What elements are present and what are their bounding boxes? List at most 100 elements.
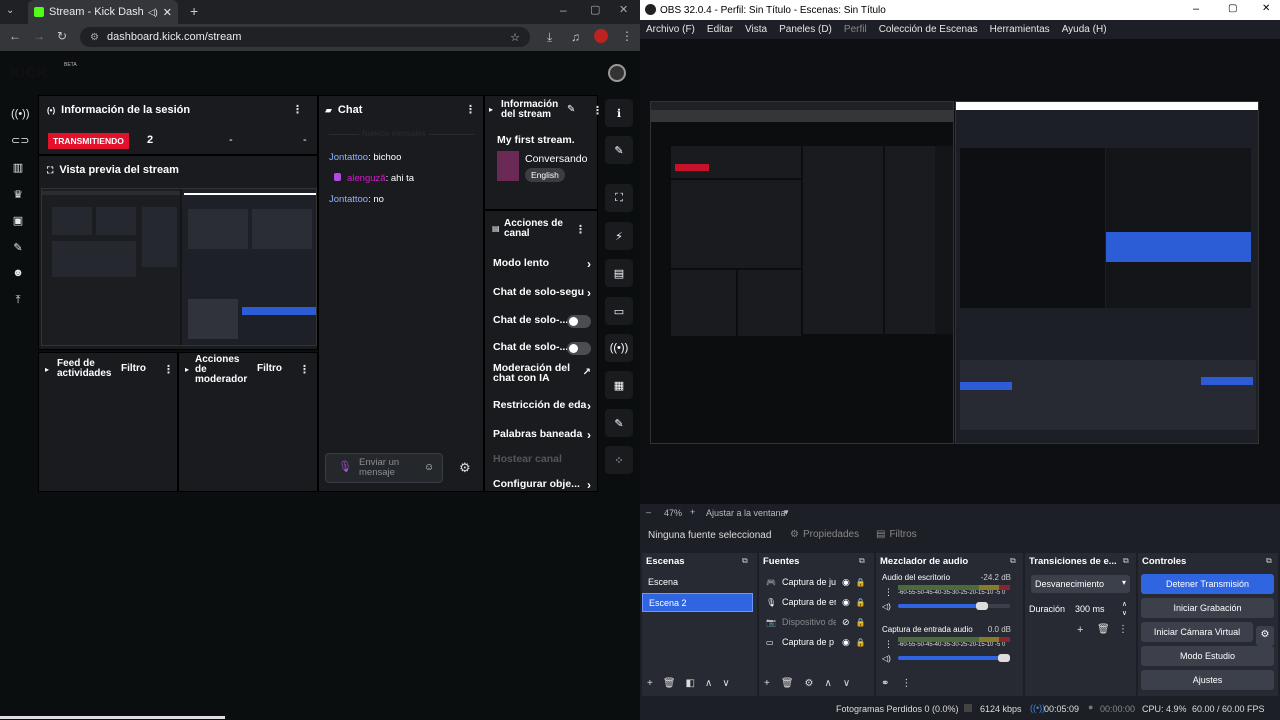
chat-username[interactable]: alenguzã [347,173,386,184]
activity-filter-button[interactable]: Filtro [121,363,146,374]
fit-window-label[interactable]: Ajustar a la ventana [706,508,786,518]
trophy-nav-icon[interactable]: ♛ [11,188,25,202]
scene-item[interactable]: Escena [642,573,753,592]
start-recording-button[interactable]: Iniciar Grabación [1141,598,1274,618]
settings-button[interactable]: Ajustes [1141,670,1274,690]
scene-down-icon[interactable]: ∨ [722,678,729,692]
browser-menu-icon[interactable]: ⋮ [621,29,633,43]
eye-icon[interactable]: ◉ [842,577,850,588]
remove-scene-icon[interactable]: 🗑 [663,678,676,692]
obs-maximize-icon[interactable]: ▢ [1228,3,1237,14]
broadcast-rail-icon[interactable]: ((•)) [605,334,633,362]
virtual-cam-settings-icon[interactable]: ⚙ [1256,626,1274,646]
fit-dropdown-icon[interactable]: ▾ [784,507,789,518]
chat-settings-icon[interactable]: ⚙ [459,460,471,476]
flash-rail-icon[interactable]: ⚡ [605,222,633,250]
chat-input[interactable]: 🎙 Enviar un mensaje ☺ [325,453,443,483]
source-item[interactable]: ▭ Captura de p ◉ 🔒 [763,633,875,651]
channel-action-item[interactable]: Chat de solo-... [485,314,599,330]
notes-rail-icon[interactable]: ▤ [605,259,633,287]
tab-active[interactable]: Stream - Kick Dashboard ◁) ✕ [28,0,178,24]
source-up-icon[interactable]: ∧ [825,678,832,692]
obs-menu-item[interactable]: Perfil [844,24,867,35]
maximize-icon[interactable]: ▢ [590,3,600,16]
toggle-switch[interactable] [567,315,591,328]
kick-logo[interactable]: KICK [10,64,48,80]
remove-transition-icon[interactable]: 🗑 [1097,624,1110,635]
mixer-menu-icon[interactable]: ⋮ [884,587,893,598]
channel-action-item[interactable]: Palabras baneada › [485,428,599,444]
transition-menu-icon[interactable]: ⋮ [1118,624,1128,635]
video-nav-icon[interactable]: ▣ [11,214,25,228]
duration-spinner-icon[interactable]: ∧ ∨ [1122,600,1127,618]
obs-minimize-icon[interactable]: – [1193,3,1199,15]
back-icon[interactable]: ← [9,29,21,43]
mixer-menu-icon[interactable]: ⋮ [884,639,893,650]
channel-action-item[interactable]: Modo lento › [485,257,599,273]
mixer-dock-icon[interactable]: ⧉ [1010,556,1016,566]
address-bar[interactable]: ⚙ dashboard.kick.com/stream ☆ [80,27,530,47]
chat-username[interactable]: Jontattoo [329,152,368,163]
filters-button[interactable]: ▤ Filtros [876,529,917,540]
studio-mode-button[interactable]: Modo Estudio [1141,646,1274,666]
tools-rail-icon[interactable]: ✎ [605,409,633,437]
reload-icon[interactable]: ↻ [57,29,67,43]
mod-filter-button[interactable]: Filtro [257,363,282,374]
tab-close-icon[interactable]: ✕ [163,6,172,19]
add-transition-icon[interactable]: + [1077,624,1083,636]
source-item[interactable]: 🎮 Captura de ju ◉ 🔒 [763,573,875,591]
obs-menu-item[interactable]: Colección de Escenas [879,24,978,35]
lock-icon[interactable]: 🔒 [856,598,866,607]
channel-action-item[interactable]: Chat de solo-... [485,341,599,357]
lock-icon[interactable]: 🔒 [856,618,866,627]
channel-action-item[interactable]: Restricción de eda › [485,399,599,415]
add-scene-icon[interactable]: + [647,678,653,692]
download-icon[interactable]: ⤓ [547,30,552,45]
volume-slider[interactable] [898,602,1010,610]
mixer-link-icon[interactable]: ⚭ [881,678,889,692]
obs-menu-item[interactable]: Vista [745,24,767,35]
chat-username[interactable]: Jontattoo [329,194,368,205]
info-rail-icon[interactable]: ℹ [605,99,633,127]
speaker-icon[interactable]: ◁) [148,7,158,18]
controls-dock-icon[interactable]: ⧉ [1266,556,1272,566]
obs-preview[interactable] [640,39,1280,504]
source-props-icon[interactable]: ⚙ [805,678,814,692]
volume-handle[interactable] [976,602,988,610]
zoom-in-icon[interactable]: + [690,507,695,517]
stop-stream-button[interactable]: Detener Transmisión [1141,574,1274,594]
speaker-icon[interactable]: ◁) [882,654,891,663]
link-nav-icon[interactable]: ⊂⊃ [11,134,29,148]
edit-info-icon[interactable]: ✎ [567,104,575,115]
apps-rail-icon[interactable]: ⁘ [605,446,633,474]
bookmark-star-icon[interactable]: ☆ [510,31,520,44]
mixer-menu-icon[interactable]: ⋮ [901,678,911,692]
channel-action-item[interactable]: Moderación del chat con IA ↗ [485,363,599,384]
session-menu-icon[interactable]: ⋮ [292,103,303,116]
chat-menu-icon[interactable]: ⋮ [465,103,476,116]
mic-icon[interactable]: 🎙 [338,460,352,473]
emoji-icon[interactable]: ☺ [424,462,434,473]
obs-menu-item[interactable]: Herramientas [990,24,1050,35]
eye-icon[interactable]: ◉ [842,597,850,608]
channel-actions-menu-icon[interactable]: ⋮ [575,223,586,236]
analytics-nav-icon[interactable]: ▥ [11,161,25,175]
source-item[interactable]: 📷 Dispositivo de ⊘ 🔒 [763,613,875,631]
volume-slider[interactable] [898,654,1010,662]
zoom-out-icon[interactable]: – [646,507,651,517]
profile-avatar[interactable] [594,29,608,43]
properties-button[interactable]: ⚙ Propiedades [790,529,859,540]
upload-nav-icon[interactable]: ⤒ [11,294,25,308]
eye-icon[interactable]: ◉ [842,637,850,648]
users-nav-icon[interactable]: ☻ [11,267,25,281]
remove-source-icon[interactable]: 🗑 [781,678,794,692]
activity-menu-icon[interactable]: ⋮ [163,363,174,376]
minimize-icon[interactable]: – [560,3,567,17]
scene-filter-icon[interactable]: ◧ [686,678,695,692]
obs-menu-item[interactable]: Paneles (D) [779,24,832,35]
forward-icon[interactable]: → [33,29,45,43]
speaker-icon[interactable]: ◁) [882,602,891,611]
toggle-switch[interactable] [567,342,591,355]
scene-up-icon[interactable]: ∧ [705,678,712,692]
edit-rail-icon[interactable]: ✎ [605,136,633,164]
